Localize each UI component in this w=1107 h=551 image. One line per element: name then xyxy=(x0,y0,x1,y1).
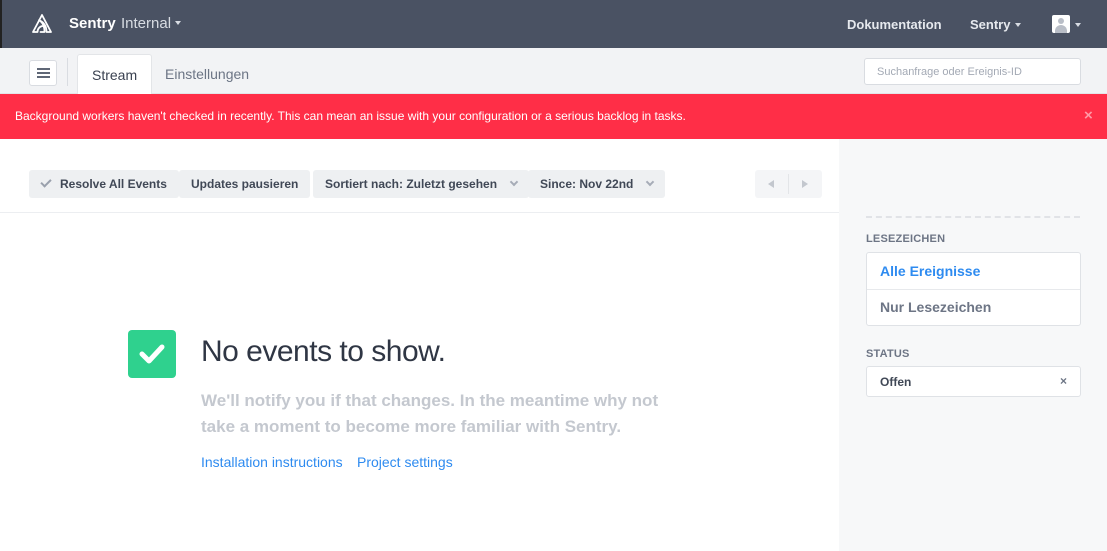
sort-label: Sortiert nach: Zuletzt gesehen xyxy=(325,177,498,191)
bookmark-filter-bookmarked[interactable]: Nur Lesezeichen xyxy=(880,299,991,315)
resolve-all-label: Resolve All Events xyxy=(60,177,167,191)
brand-name[interactable]: Sentry xyxy=(69,15,116,32)
project-settings-link[interactable]: Project settings xyxy=(357,454,453,470)
org-menu[interactable]: Sentry xyxy=(970,17,1010,32)
clear-icon[interactable]: × xyxy=(1060,374,1067,388)
resolve-all-button[interactable]: Resolve All Events xyxy=(29,170,179,198)
since-dropdown[interactable]: Since: Nov 22nd xyxy=(528,170,666,198)
divider xyxy=(866,216,1080,218)
pause-updates-button[interactable]: Updates pausieren xyxy=(179,170,311,198)
stream-panel: Resolve All Events Updates pausieren Sor… xyxy=(0,139,839,551)
tab-stream[interactable]: Stream xyxy=(77,54,153,94)
filter-sidebar: LESEZEICHEN Alle Ereignisse Nur Lesezeic… xyxy=(839,139,1107,551)
org-selector[interactable]: Internal xyxy=(121,15,171,32)
status-value: Offen xyxy=(880,375,912,389)
alert-banner: Background workers haven't checked in re… xyxy=(0,94,1107,139)
chevron-down-icon[interactable] xyxy=(175,21,181,25)
chevron-down-icon xyxy=(646,177,655,187)
check-icon xyxy=(128,330,176,378)
alert-message: Background workers haven't checked in re… xyxy=(15,109,686,123)
status-heading: STATUS xyxy=(866,348,910,360)
next-page-icon[interactable] xyxy=(802,180,808,188)
empty-state-title: No events to show. xyxy=(201,335,446,368)
menu-icon[interactable] xyxy=(29,60,57,86)
chevron-down-icon[interactable] xyxy=(1015,23,1021,27)
window-edge xyxy=(0,0,2,48)
avatar[interactable] xyxy=(1052,15,1070,33)
divider xyxy=(0,212,839,213)
divider xyxy=(67,58,68,86)
check-icon xyxy=(40,176,52,188)
installation-instructions-link[interactable]: Installation instructions xyxy=(201,454,343,470)
search-input[interactable] xyxy=(864,58,1081,85)
empty-state-text: We'll notify you if that changes. In the… xyxy=(201,391,659,436)
previous-page-icon[interactable] xyxy=(768,180,774,188)
chevron-down-icon xyxy=(509,177,519,187)
bookmarks-list: Alle Ereignisse Nur Lesezeichen xyxy=(866,252,1081,326)
bookmark-filter-all[interactable]: Alle Ereignisse xyxy=(880,263,980,279)
chevron-down-icon[interactable] xyxy=(1075,23,1081,27)
close-icon[interactable]: × xyxy=(1084,107,1093,124)
sub-navigation: Stream Einstellungen xyxy=(0,48,1107,94)
sentry-logo-icon[interactable] xyxy=(31,13,53,35)
docs-link[interactable]: Dokumentation xyxy=(847,17,942,32)
since-label: Since: Nov 22nd xyxy=(540,177,634,191)
status-select[interactable]: Offen × xyxy=(866,366,1081,397)
tab-settings[interactable]: Einstellungen xyxy=(151,54,263,94)
top-navbar: Sentry Internal Dokumentation Sentry xyxy=(0,0,1107,48)
bookmarks-heading: LESEZEICHEN xyxy=(866,233,946,245)
sort-dropdown[interactable]: Sortiert nach: Zuletzt gesehen xyxy=(313,170,530,198)
pagination xyxy=(755,170,822,198)
